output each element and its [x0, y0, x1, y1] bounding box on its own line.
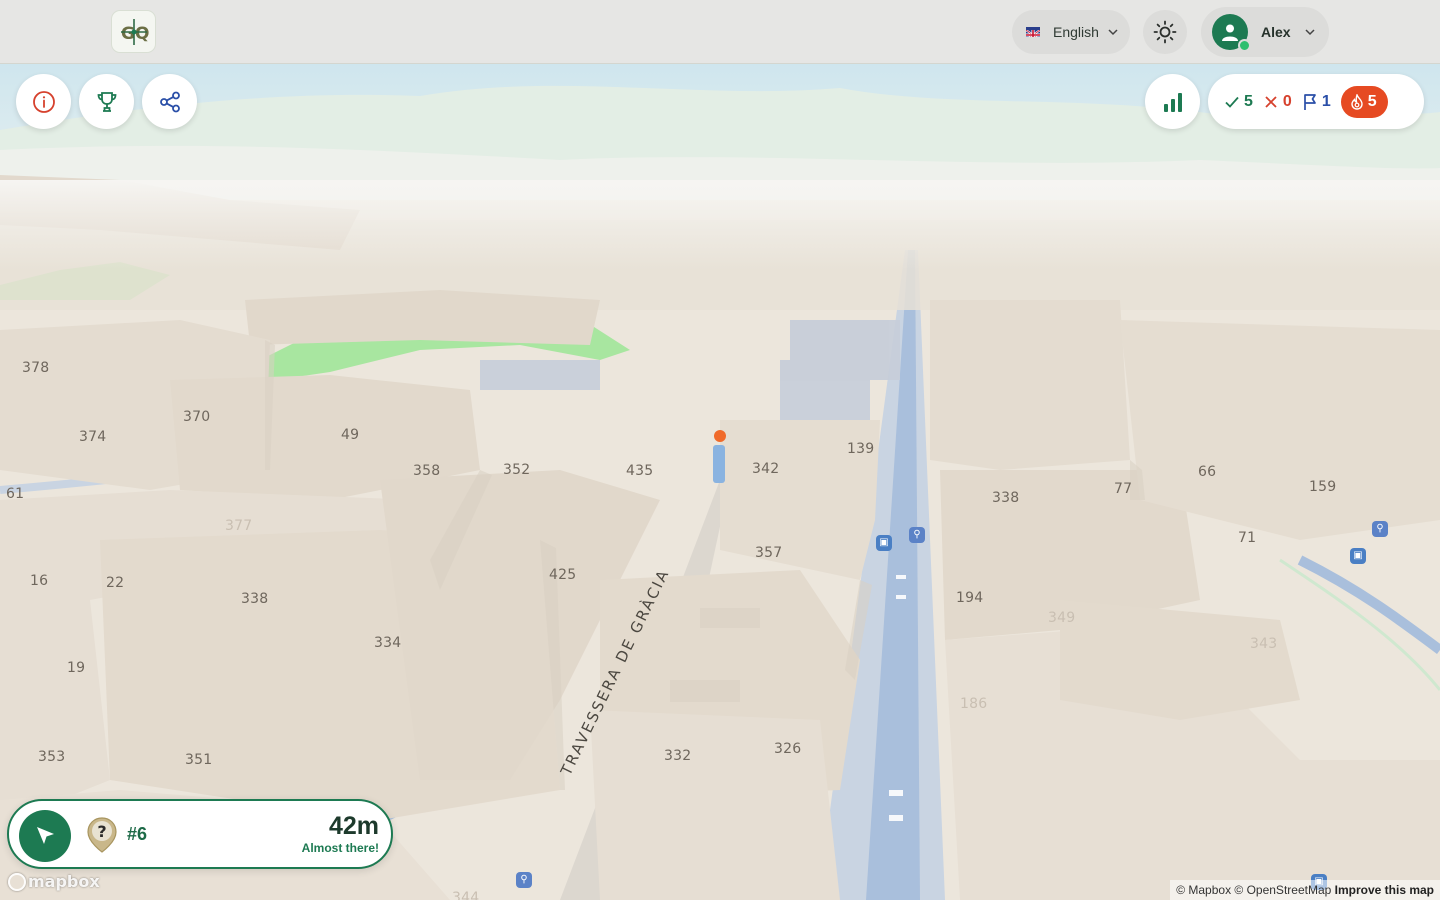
building-number: 139: [847, 441, 875, 457]
share-button[interactable]: [142, 74, 197, 129]
mapbox-logo[interactable]: mapbox: [8, 872, 100, 891]
building-number: 338: [241, 591, 269, 607]
building-number: 334: [374, 635, 402, 651]
online-status-indicator: [1238, 39, 1251, 52]
bike-station-icon[interactable]: ⚲: [1372, 521, 1388, 537]
uk-flag-icon: [1026, 27, 1040, 37]
flag-count: 1: [1302, 93, 1331, 111]
building-number: 326: [774, 741, 802, 757]
score-panel: 5 0 1 5: [1208, 74, 1424, 129]
building-number: 349: [1048, 610, 1076, 626]
bus-stop-icon[interactable]: ▣: [876, 535, 892, 551]
bar-chart-icon: [1163, 92, 1182, 112]
map-canvas: [0, 64, 1440, 900]
bike-station-icon[interactable]: ⚲: [909, 527, 925, 543]
building-number: 425: [549, 567, 577, 583]
improve-map-link[interactable]: Improve this map: [1335, 883, 1434, 897]
streak-value: 5: [1367, 92, 1377, 110]
distance-message: Almost there!: [301, 841, 379, 855]
svg-text:?: ?: [97, 822, 106, 841]
building-number: 343: [1250, 636, 1278, 652]
building-number: 22: [106, 575, 125, 591]
trophy-icon: [97, 91, 116, 112]
flag-icon: [1303, 93, 1316, 110]
map-view[interactable]: TRAVESSERA DE GRÀCIA 378 370 374 49 358 …: [0, 0, 1440, 900]
building-number: 66: [1198, 464, 1217, 480]
navigate-button[interactable]: [19, 810, 71, 862]
building-number: 159: [1309, 479, 1337, 495]
wrong-value: 0: [1282, 92, 1292, 110]
theme-toggle-button[interactable]: [1143, 10, 1187, 54]
building-number: 374: [79, 429, 107, 445]
building-number: 16: [30, 573, 49, 589]
correct-count: 5: [1224, 93, 1253, 111]
chevron-down-icon: [1305, 29, 1315, 36]
sun-icon: [1153, 20, 1177, 44]
user-menu[interactable]: Alex: [1201, 7, 1329, 57]
building-number: 338: [992, 490, 1020, 506]
building-number: 71: [1238, 530, 1257, 546]
building-number: 358: [413, 463, 441, 479]
map-attribution: © Mapbox © OpenStreetMap Improve this ma…: [1170, 880, 1440, 900]
mapbox-logo-text: mapbox: [28, 872, 100, 891]
correct-value: 5: [1244, 92, 1253, 110]
building-number: 352: [503, 462, 531, 478]
building-number: 370: [183, 409, 211, 425]
user-name: Alex: [1261, 24, 1291, 40]
top-bar: GQ English: [0, 0, 1440, 64]
stats-button[interactable]: [1145, 74, 1200, 129]
attribution-text[interactable]: © Mapbox © OpenStreetMap: [1176, 883, 1331, 897]
info-icon: [32, 90, 55, 113]
flag-value: 1: [1321, 92, 1331, 110]
wrong-count: 0: [1263, 93, 1292, 111]
mapbox-logo-icon: [8, 872, 26, 891]
language-selector[interactable]: English: [1012, 10, 1130, 54]
building-number: 61: [6, 486, 25, 502]
chevron-down-icon: [1108, 29, 1118, 36]
building-number: 332: [664, 748, 692, 764]
streak-badge: 5: [1340, 85, 1388, 118]
building-number: 186: [960, 696, 988, 712]
building-number: 77: [1114, 481, 1133, 497]
building-number: 344: [452, 890, 480, 900]
avatar: [1212, 14, 1251, 52]
info-button[interactable]: [16, 74, 71, 129]
bus-stop-icon[interactable]: ▣: [1350, 548, 1366, 564]
building-number: 377: [225, 518, 253, 534]
user-icon: [1222, 24, 1238, 41]
building-number: 378: [22, 360, 50, 376]
navigation-arrow-icon: [37, 827, 54, 844]
building-number: 194: [956, 590, 984, 606]
logo-icon: GQ: [121, 19, 149, 45]
flame-icon: [1351, 93, 1363, 110]
question-marker-icon: ?: [86, 816, 118, 859]
location-number: #6: [127, 824, 148, 844]
distance-value: 42m: [328, 812, 379, 840]
building-number: 357: [755, 545, 783, 561]
close-icon: [1265, 95, 1277, 108]
bike-station-icon[interactable]: ⚲: [516, 872, 532, 888]
building-number: 351: [185, 752, 213, 768]
share-icon: [159, 91, 180, 112]
check-icon: [1225, 96, 1239, 108]
building-number: 342: [752, 461, 780, 477]
building-number: 19: [67, 660, 86, 676]
building-number: 435: [626, 463, 654, 479]
leaderboard-button[interactable]: [79, 74, 134, 129]
building-number: 49: [341, 427, 360, 443]
building-number: 353: [38, 749, 66, 765]
language-label: English: [1053, 24, 1099, 40]
navigation-card[interactable]: ? #6 42m Almost there!: [7, 799, 393, 869]
app-logo[interactable]: GQ: [111, 10, 156, 53]
